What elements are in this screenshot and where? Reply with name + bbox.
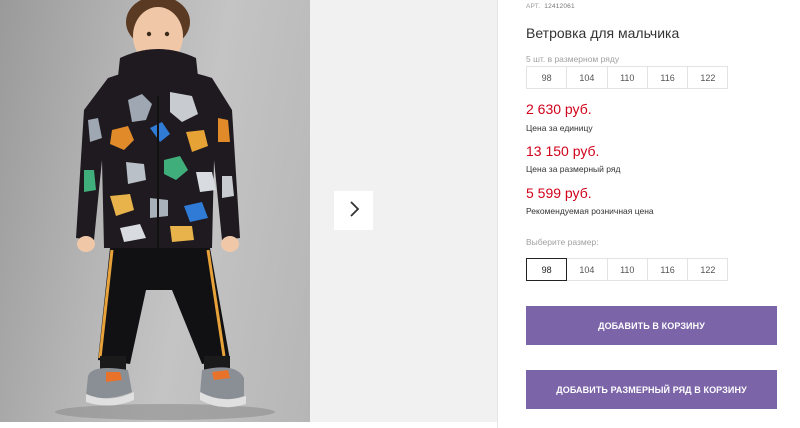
pack-price: 13 150 руб. xyxy=(526,143,600,159)
article-number: АРТ. 12412061 xyxy=(526,3,575,10)
pack-note: 5 шт. в размерном ряду xyxy=(526,54,620,64)
article-value: 12412061 xyxy=(544,3,575,10)
product-photo xyxy=(0,0,310,422)
product-gallery xyxy=(0,0,497,428)
pack-size-122: 122 xyxy=(687,66,729,89)
size-option-98[interactable]: 98 xyxy=(526,258,568,281)
pack-size-98: 98 xyxy=(526,66,568,89)
product-title: Ветровка для мальчика xyxy=(526,25,680,41)
unit-price: 2 630 руб. xyxy=(526,101,592,117)
pack-size-116: 116 xyxy=(646,66,689,89)
chevron-right-icon xyxy=(348,201,360,220)
size-option-122[interactable]: 122 xyxy=(687,258,729,281)
next-image-button[interactable] xyxy=(334,191,373,230)
retail-price-label: Рекомендуемая розничная цена xyxy=(526,206,654,216)
retail-price: 5 599 руб. xyxy=(526,185,592,201)
panel-divider xyxy=(497,0,498,428)
size-option-116[interactable]: 116 xyxy=(646,258,689,281)
pack-size-110: 110 xyxy=(606,66,648,89)
add-to-cart-button[interactable]: ДОБАВИТЬ В КОРЗИНУ xyxy=(526,306,777,345)
pack-size-104: 104 xyxy=(566,66,608,89)
size-option-104[interactable]: 104 xyxy=(566,258,608,281)
unit-price-label: Цена за единицу xyxy=(526,123,593,133)
boy-in-jacket-illustration xyxy=(55,0,275,420)
article-label: АРТ. xyxy=(526,3,541,10)
pack-sizes: 98 104 110 116 122 xyxy=(526,66,729,89)
pack-price-label: Цена за размерный ряд xyxy=(526,164,621,174)
choose-size-label: Выберите размер: xyxy=(526,237,599,247)
size-option-110[interactable]: 110 xyxy=(606,258,648,281)
add-pack-to-cart-button[interactable]: ДОБАВИТЬ РАЗМЕРНЫЙ РЯД В КОРЗИНУ xyxy=(526,370,777,409)
size-selector: 98 104 110 116 122 xyxy=(526,258,729,281)
